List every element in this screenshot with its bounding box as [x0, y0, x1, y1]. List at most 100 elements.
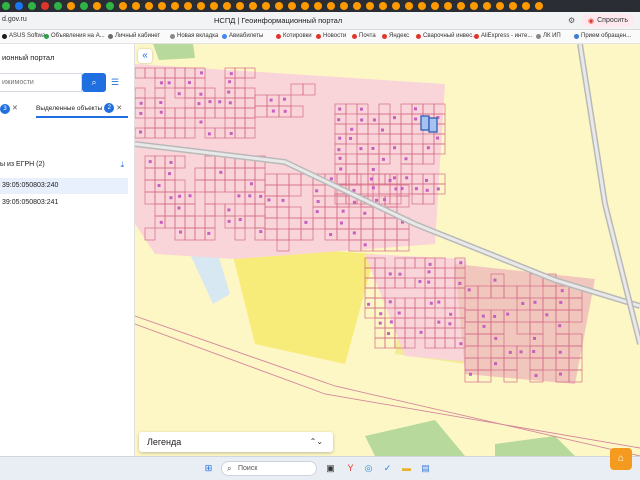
browser-tab-icon[interactable]: [405, 2, 413, 10]
tab-objects[interactable]: 3 ✕: [0, 104, 18, 114]
bookmark-item[interactable]: Объявления на А...: [44, 33, 105, 39]
browser-tab-icon[interactable]: [197, 2, 205, 10]
browser-tab-icon[interactable]: [223, 2, 231, 10]
bookmark-item[interactable]: Почта: [352, 33, 376, 39]
browser-tab-icon[interactable]: [327, 2, 335, 10]
browser-tab-icon[interactable]: [340, 2, 348, 10]
browser-tab-icon[interactable]: [392, 2, 400, 10]
tab-selected-objects[interactable]: Выделенные объекты 2 ✕: [36, 100, 128, 118]
browser-tab-icon[interactable]: [249, 2, 257, 10]
search-button[interactable]: ⌕: [82, 73, 106, 92]
browser-tab-icon[interactable]: [262, 2, 270, 10]
building: [352, 200, 356, 204]
browser-tab-icon[interactable]: [314, 2, 322, 10]
browser-tab-icon[interactable]: [236, 2, 244, 10]
browser-tab-icon[interactable]: [353, 2, 361, 10]
building: [371, 146, 375, 150]
browser-tab-icon[interactable]: [535, 2, 543, 10]
list-item[interactable]: 39:05:050803:240: [0, 178, 128, 194]
browser-tab-icon[interactable]: [184, 2, 192, 10]
browser-tab-icon[interactable]: [41, 2, 49, 10]
sidebar-panel: ионный портал ⌕ ☰ 3 ✕ Выделенные объекты…: [0, 44, 135, 456]
browser-tab-icon[interactable]: [145, 2, 153, 10]
bookmark-item[interactable]: Новая вкладка: [170, 33, 218, 39]
gear-icon[interactable]: ⚙: [568, 16, 575, 25]
taskbar-search[interactable]: ⌕ Поиск: [221, 461, 317, 476]
browser-tab-icon[interactable]: [80, 2, 88, 10]
ask-button[interactable]: ◉ Спросить: [582, 14, 635, 27]
store-icon[interactable]: ▤: [419, 462, 432, 475]
bookmark-item[interactable]: Авиабилеты: [222, 33, 263, 39]
bookmark-label: Новая вкладка: [177, 33, 219, 39]
legend-panel[interactable]: Легенда ⌃⌄: [139, 432, 333, 452]
task-view-icon[interactable]: ▣: [324, 462, 337, 475]
tab-objects-close-icon[interactable]: ✕: [12, 105, 18, 112]
browser-tab-icon[interactable]: [444, 2, 452, 10]
bookmark-item[interactable]: Сварочный инвес...: [416, 33, 477, 39]
bookmark-item[interactable]: Котировки: [276, 33, 312, 39]
cadastral-map[interactable]: [135, 44, 640, 456]
bookmark-item[interactable]: AliExpress - инте...: [474, 33, 532, 39]
browser-tab-icon[interactable]: [28, 2, 36, 10]
browser-tab-icon[interactable]: [470, 2, 478, 10]
building: [359, 147, 363, 151]
browser-tab-icon[interactable]: [275, 2, 283, 10]
check-app-icon[interactable]: ✓: [381, 462, 394, 475]
browser-tab-icon[interactable]: [132, 2, 140, 10]
bookmark-item[interactable]: Яндекс: [382, 33, 409, 39]
list-item[interactable]: 39:05:050803:241: [0, 195, 128, 211]
browser-tab-icon[interactable]: [54, 2, 62, 10]
building: [533, 336, 537, 340]
browser-tab-icon[interactable]: [158, 2, 166, 10]
browser-tab-icon[interactable]: [67, 2, 75, 10]
search-input[interactable]: [0, 74, 78, 91]
browser-tab-icon[interactable]: [522, 2, 530, 10]
bookmark-item[interactable]: Личный кабинет: [108, 33, 160, 39]
tab-selected-objects-close-icon[interactable]: ✕: [116, 104, 122, 112]
url-field[interactable]: d.gov.ru: [2, 16, 27, 23]
taskbar-search-label: Поиск: [238, 465, 258, 472]
tab-selected-objects-label: Выделенные объекты: [36, 104, 103, 112]
collapse-panel-button[interactable]: «: [138, 49, 152, 63]
windows-start-icon[interactable]: ⊞: [202, 462, 215, 475]
building: [238, 218, 242, 222]
bookmark-item[interactable]: Прием обращен...: [574, 33, 631, 39]
building: [379, 312, 383, 316]
filter-menu-icon[interactable]: ☰: [111, 77, 119, 88]
bookmark-item[interactable]: ЛК ИП: [536, 33, 561, 39]
browser-tab-icon[interactable]: [93, 2, 101, 10]
browser-tab-icon[interactable]: [171, 2, 179, 10]
chevron-up-down-icon[interactable]: ⌃⌄: [310, 432, 323, 452]
bookmark-item[interactable]: Новости: [316, 33, 346, 39]
building: [269, 98, 273, 102]
download-icon[interactable]: ⤓: [120, 160, 124, 170]
browser-tab-icon[interactable]: [379, 2, 387, 10]
building: [392, 176, 396, 180]
building: [427, 270, 431, 274]
browser-tab-icon[interactable]: [119, 2, 127, 10]
bookmark-item[interactable]: ASUS Softwa›: [2, 33, 47, 39]
building: [372, 118, 376, 122]
folder-icon[interactable]: ▬: [400, 462, 413, 475]
browser-tab-icon[interactable]: [288, 2, 296, 10]
browser-tab-icon[interactable]: [509, 2, 517, 10]
yandex-browser-icon[interactable]: Y: [344, 462, 357, 475]
browser-tab-icon[interactable]: [366, 2, 374, 10]
building: [281, 198, 285, 202]
edge-browser-icon[interactable]: ◎: [362, 462, 375, 475]
browser-tab-icon[interactable]: [210, 2, 218, 10]
building: [482, 324, 486, 328]
browser-tab-icon[interactable]: [431, 2, 439, 10]
browser-tab-icon[interactable]: [15, 2, 23, 10]
browser-tab-icon[interactable]: [496, 2, 504, 10]
browser-tab-icon[interactable]: [301, 2, 309, 10]
browser-tab-icon[interactable]: [457, 2, 465, 10]
browser-tab-icon[interactable]: [418, 2, 426, 10]
building: [178, 194, 182, 198]
map-canvas[interactable]: [135, 44, 640, 456]
browser-tab-icon[interactable]: [2, 2, 10, 10]
browser-tab-icon[interactable]: [483, 2, 491, 10]
browser-tab-icon[interactable]: [106, 2, 114, 10]
building: [338, 107, 342, 111]
bookmark-icon: [44, 33, 49, 39]
